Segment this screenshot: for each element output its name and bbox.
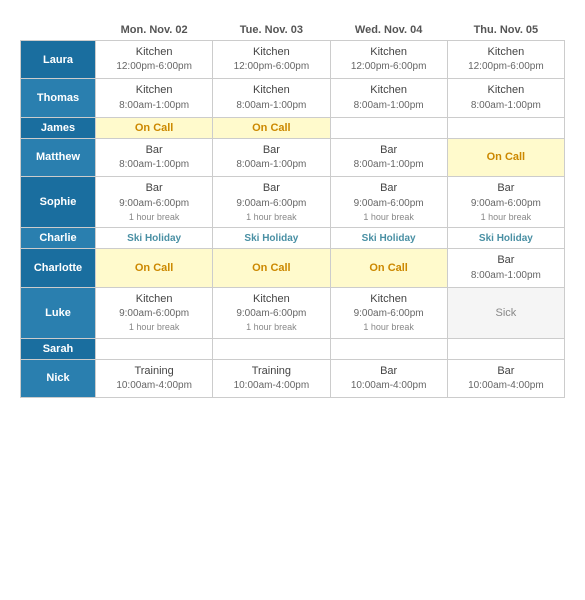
table-row: LauraKitchen12:00pm-6:00pmKitchen12:00pm… — [21, 41, 565, 79]
schedule-cell: Bar10:00am-4:00pm — [447, 359, 564, 397]
table-row: NickTraining10:00am-4:00pmTraining10:00a… — [21, 359, 565, 397]
name-cell: Thomas — [21, 79, 96, 117]
header-thu: Thu. Nov. 05 — [447, 20, 564, 41]
schedule-cell: Kitchen8:00am-1:00pm — [213, 79, 330, 117]
schedule-cell — [447, 117, 564, 138]
schedule-cell: Kitchen9:00am-6:00pm1 hour break — [330, 287, 447, 338]
schedule-cell: Ski Holiday — [330, 228, 447, 249]
table-row: JamesOn CallOn Call — [21, 117, 565, 138]
header-row: Mon. Nov. 02 Tue. Nov. 03 Wed. Nov. 04 T… — [21, 20, 565, 41]
schedule-cell: Bar8:00am-1:00pm — [447, 249, 564, 287]
schedule-cell: Bar10:00am-4:00pm — [330, 359, 447, 397]
schedule-cell: On Call — [213, 117, 330, 138]
name-cell: James — [21, 117, 96, 138]
name-cell: Charlie — [21, 228, 96, 249]
schedule-cell: Sick — [447, 287, 564, 338]
header-name-col — [21, 20, 96, 41]
schedule-cell: Kitchen9:00am-6:00pm1 hour break — [213, 287, 330, 338]
schedule-cell: Kitchen12:00pm-6:00pm — [213, 41, 330, 79]
schedule-cell: Kitchen8:00am-1:00pm — [447, 79, 564, 117]
name-cell: Sarah — [21, 338, 96, 359]
schedule-cell: Bar8:00am-1:00pm — [330, 138, 447, 176]
schedule-cell: Bar9:00am-6:00pm1 hour break — [330, 177, 447, 228]
table-row: MatthewBar8:00am-1:00pmBar8:00am-1:00pmB… — [21, 138, 565, 176]
schedule-cell: Kitchen9:00am-6:00pm1 hour break — [96, 287, 213, 338]
table-row: Sarah — [21, 338, 565, 359]
schedule-cell: On Call — [96, 249, 213, 287]
schedule-cell — [213, 338, 330, 359]
schedule-cell: Bar9:00am-6:00pm1 hour break — [447, 177, 564, 228]
header-wed: Wed. Nov. 04 — [330, 20, 447, 41]
schedule-cell: Bar9:00am-6:00pm1 hour break — [96, 177, 213, 228]
name-cell: Charlotte — [21, 249, 96, 287]
schedule-cell: Ski Holiday — [96, 228, 213, 249]
table-row: CharlieSki HolidaySki HolidaySki Holiday… — [21, 228, 565, 249]
name-cell: Sophie — [21, 177, 96, 228]
table-row: SophieBar9:00am-6:00pm1 hour breakBar9:0… — [21, 177, 565, 228]
table-row: ThomasKitchen8:00am-1:00pmKitchen8:00am-… — [21, 79, 565, 117]
schedule-cell: Ski Holiday — [213, 228, 330, 249]
name-cell: Laura — [21, 41, 96, 79]
schedule-cell: On Call — [96, 117, 213, 138]
name-cell: Nick — [21, 359, 96, 397]
schedule-cell — [330, 117, 447, 138]
schedule-cell: Kitchen12:00pm-6:00pm — [330, 41, 447, 79]
header-mon: Mon. Nov. 02 — [96, 20, 213, 41]
schedule-cell: Kitchen8:00am-1:00pm — [330, 79, 447, 117]
schedule-table: Mon. Nov. 02 Tue. Nov. 03 Wed. Nov. 04 T… — [20, 20, 565, 398]
schedule-cell: Kitchen12:00pm-6:00pm — [96, 41, 213, 79]
schedule-cell — [96, 338, 213, 359]
schedule-cell: Kitchen8:00am-1:00pm — [96, 79, 213, 117]
name-cell: Luke — [21, 287, 96, 338]
schedule-cell: Bar9:00am-6:00pm1 hour break — [213, 177, 330, 228]
schedule-cell: Bar8:00am-1:00pm — [96, 138, 213, 176]
name-cell: Matthew — [21, 138, 96, 176]
schedule-cell — [330, 338, 447, 359]
schedule-cell — [447, 338, 564, 359]
schedule-cell: On Call — [213, 249, 330, 287]
schedule-cell: Ski Holiday — [447, 228, 564, 249]
header-tue: Tue. Nov. 03 — [213, 20, 330, 41]
schedule-cell: Training10:00am-4:00pm — [96, 359, 213, 397]
table-row: LukeKitchen9:00am-6:00pm1 hour breakKitc… — [21, 287, 565, 338]
table-row: CharlotteOn CallOn CallOn CallBar8:00am-… — [21, 249, 565, 287]
schedule-cell: Kitchen12:00pm-6:00pm — [447, 41, 564, 79]
schedule-cell: On Call — [330, 249, 447, 287]
schedule-cell: Training10:00am-4:00pm — [213, 359, 330, 397]
schedule-cell: On Call — [447, 138, 564, 176]
schedule-cell: Bar8:00am-1:00pm — [213, 138, 330, 176]
